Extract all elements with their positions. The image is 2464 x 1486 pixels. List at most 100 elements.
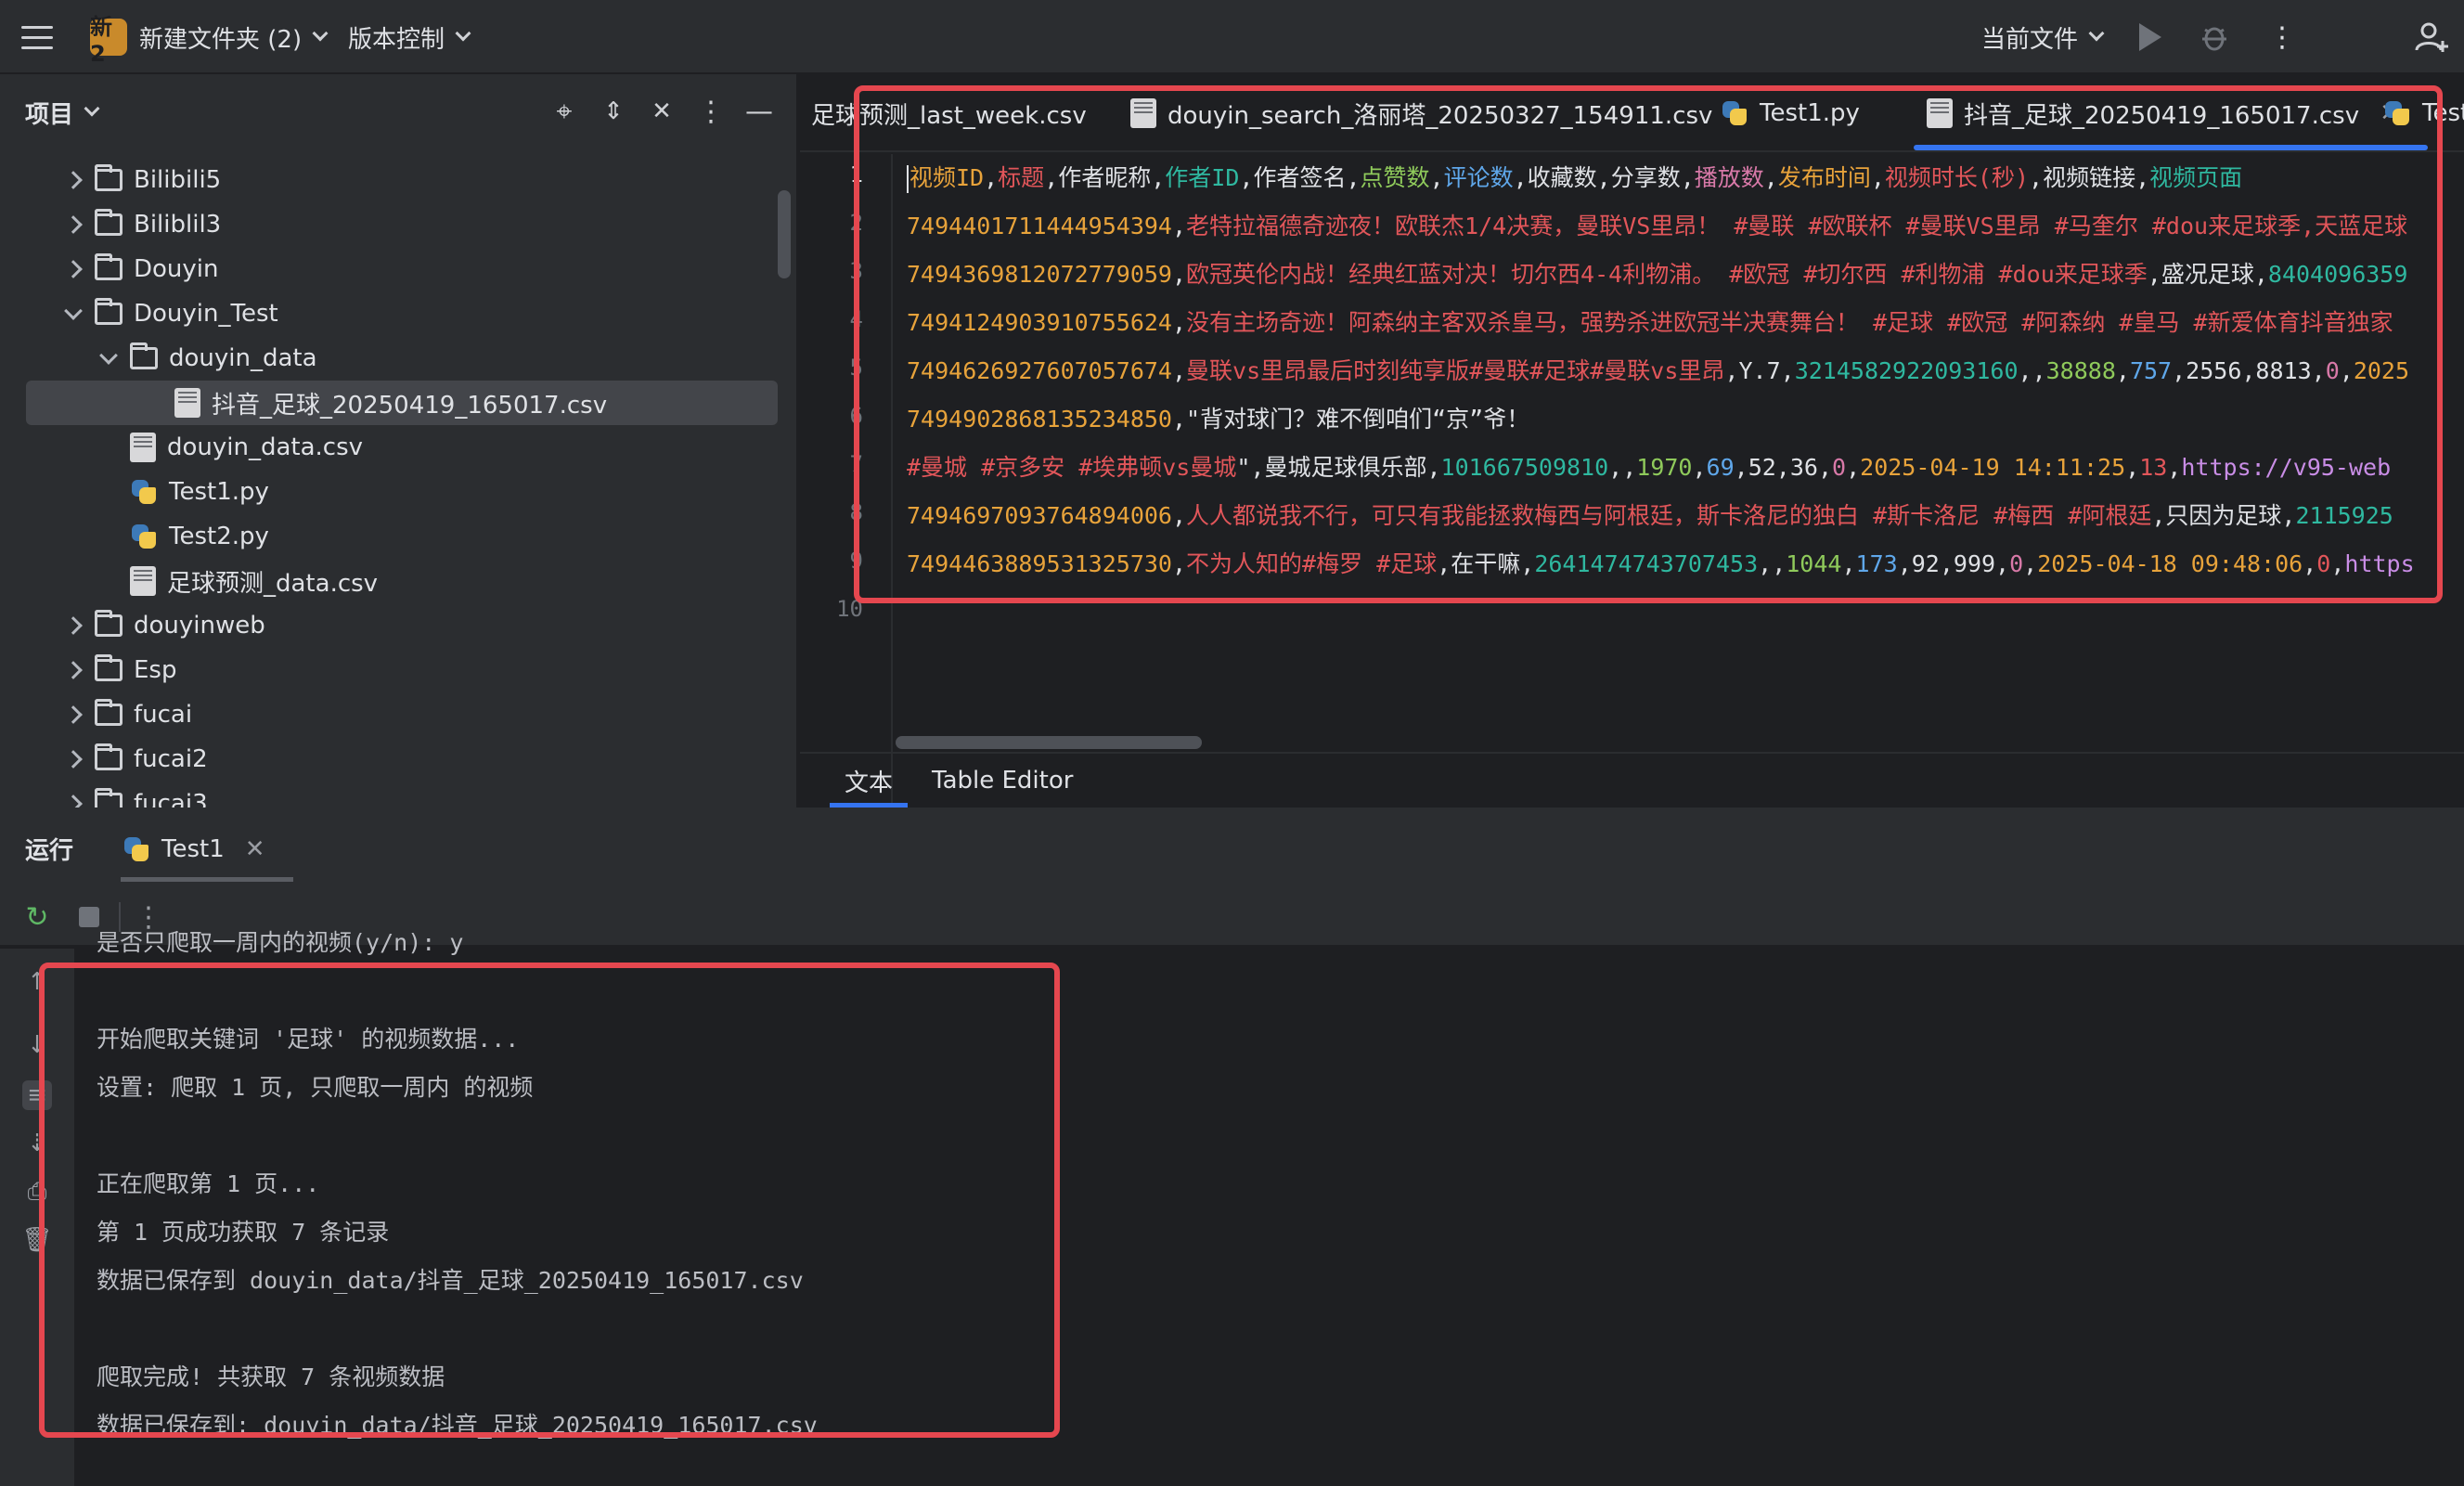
scroll-up-icon[interactable]: ↑ [22, 967, 52, 997]
chevron-right-icon[interactable] [59, 166, 87, 194]
code-token: , [1763, 164, 1778, 191]
chevron-down-icon[interactable] [59, 300, 87, 328]
project-name: 新建文件夹 (2) [139, 25, 303, 54]
project-view-selector[interactable]: 项目 [25, 96, 100, 130]
tab-douyin-football-csv[interactable]: 抖音_足球_20250419_165017.csv ✕ [1914, 74, 2428, 150]
folder-icon [95, 209, 123, 236]
code-editor[interactable]: 视频ID,标题,作者昵称,作者ID,作者签名,点赞数,评论数,收藏数,分享数,播… [896, 154, 2464, 692]
project-scrollbar[interactable] [778, 190, 791, 278]
console-line: 数据已保存到 douyin_data/抖音_足球_20250419_165017… [97, 1267, 804, 1294]
code-token: , [1171, 357, 1187, 384]
code-token: , [1171, 261, 1187, 288]
tab-table-editor[interactable]: Table Editor [932, 754, 1073, 808]
editor-horizontal-scrollbar[interactable] [896, 736, 1202, 749]
project-switcher[interactable]: 新建文件夹 (2) [139, 0, 329, 74]
tree-item[interactable]: 足球预测_data.csv [95, 559, 378, 603]
chevron-right-icon[interactable] [59, 612, 87, 640]
chevron-right-icon[interactable] [59, 656, 87, 684]
project-badge[interactable]: 新2 [90, 14, 127, 67]
code-token: 欧冠英伦内战！经典红蓝对决！切尔西4-4利物浦。 #欧冠 #切尔西 #利物浦 #… [1186, 261, 2148, 288]
chevron-right-icon[interactable] [59, 255, 87, 283]
code-token: , [1429, 164, 1444, 191]
tree-item[interactable]: fucai2 [59, 737, 208, 782]
tree-item[interactable]: Douyin_Test [59, 291, 278, 336]
expand-all-icon[interactable]: ⇕ [597, 95, 630, 128]
run-button[interactable] [2139, 0, 2161, 74]
vcs-menu[interactable]: 版本控制 [348, 0, 471, 74]
code-token: 7494697093764894006 [907, 502, 1172, 529]
tree-item[interactable]: Test2.py [95, 514, 269, 559]
collapse-all-icon[interactable]: ✕ [645, 95, 678, 128]
tab-last-week-csv[interactable]: 足球预测_last_week.csv [811, 74, 1087, 150]
tree-item[interactable]: Esp [59, 648, 176, 692]
tree-item[interactable]: douyin_data.csv [95, 425, 363, 470]
run-tab-label: Test1 [161, 835, 225, 863]
code-token: 发布时间 [1777, 164, 1871, 191]
tree-item-label: Biliblil3 [134, 211, 222, 239]
chevron-down-icon[interactable] [95, 344, 123, 372]
tab-test2-py[interactable]: Test2.py [2383, 74, 2464, 150]
tab-text-view[interactable]: 文本 [829, 754, 909, 808]
tab-test1-py[interactable]: Test1.py [1721, 74, 1860, 150]
text-caret [907, 165, 909, 193]
hide-panel-icon[interactable]: — [742, 95, 776, 128]
code-token: ,, [2018, 357, 2046, 384]
run-config-selector[interactable]: 当前文件 [1981, 0, 2105, 74]
tab-label: douyin_search_洛丽塔_20250327_154911.csv [1167, 101, 1713, 130]
csv-file-icon [174, 388, 200, 418]
editor-view-tabs: 文本 Table Editor [800, 752, 2464, 808]
python-file-icon [123, 835, 150, 863]
tree-item[interactable]: douyin_data [95, 336, 317, 381]
rerun-icon[interactable]: ↻ [22, 901, 52, 934]
code-token: 不为人知的#梅罗 #足球 [1186, 550, 1438, 577]
tab-label: Test1.py [1760, 99, 1860, 127]
csv-file-icon [130, 433, 156, 462]
tree-item[interactable]: fucai3 [59, 782, 208, 808]
run-panel-header: 运行 Test1 ✕ [0, 809, 2464, 887]
code-token: , [2339, 357, 2354, 384]
tab-label: Test2.py [2422, 99, 2464, 127]
code-token: , [1692, 454, 1707, 481]
console-output[interactable]: 是否只爬取一周内的视频(y/n): y 开始爬取关键词 '足球' 的视频数据...… [97, 929, 1210, 1486]
code-token: 2025-04-19 14:11:25 [1860, 454, 2126, 481]
code-token: 0 [2316, 550, 2331, 577]
tree-item[interactable]: douyinweb [59, 603, 265, 648]
more-actions-icon[interactable]: ⋮ [2268, 0, 2296, 74]
scroll-down-icon[interactable]: ↓ [22, 1030, 52, 1060]
tree-item[interactable]: Biliblil3 [59, 202, 221, 247]
code-token: 视频页面 [2149, 164, 2243, 191]
soft-wrap-icon[interactable]: ≡ [22, 1080, 52, 1110]
clear-console-icon[interactable]: 🗑 [22, 1225, 53, 1255]
scroll-to-end-icon[interactable]: ⇣ [22, 1129, 52, 1158]
tree-item[interactable]: 抖音_足球_20250419_165017.csv [26, 381, 778, 425]
code-token: ,52,36, [1734, 454, 1833, 481]
chevron-right-icon[interactable] [59, 701, 87, 729]
code-token: , [1171, 213, 1187, 239]
tree-item[interactable]: Bilibili5 [59, 158, 221, 202]
code-token: 8404096359 [2267, 261, 2408, 288]
tree-item[interactable]: Test1.py [95, 470, 269, 514]
print-icon[interactable]: ⎙ [22, 1177, 52, 1207]
close-run-tab-icon[interactable]: ✕ [245, 835, 265, 863]
options-icon[interactable]: ⋮ [694, 95, 728, 128]
run-tab-test1[interactable]: Test1 ✕ [121, 824, 293, 882]
code-token: , [1870, 164, 1885, 191]
main-menu-icon[interactable] [19, 0, 56, 74]
debug-button[interactable] [2198, 0, 2231, 74]
chevron-right-icon[interactable] [59, 790, 87, 808]
bug-icon [2202, 27, 2226, 51]
chevron-right-icon[interactable] [59, 745, 87, 773]
add-user-button[interactable] [2413, 0, 2450, 74]
tree-item[interactable]: Douyin [59, 247, 219, 291]
folder-icon [95, 699, 123, 726]
tree-item[interactable]: fucai [59, 692, 192, 737]
chevron-right-icon[interactable] [59, 211, 87, 239]
code-token: 173 [1855, 550, 1898, 577]
console-line: 设置: 爬取 1 页, 只爬取一周内 的视频 [97, 1074, 534, 1101]
locate-file-icon[interactable]: ⌖ [548, 95, 581, 128]
code-token: , [2115, 357, 2130, 384]
chevron-down-icon [2088, 25, 2105, 42]
code-token: ,, [1608, 454, 1637, 481]
tab-douyin-search-csv[interactable]: douyin_search_洛丽塔_20250327_154911.csv [1130, 74, 1713, 150]
tree-item-label: douyin_data [169, 344, 317, 372]
